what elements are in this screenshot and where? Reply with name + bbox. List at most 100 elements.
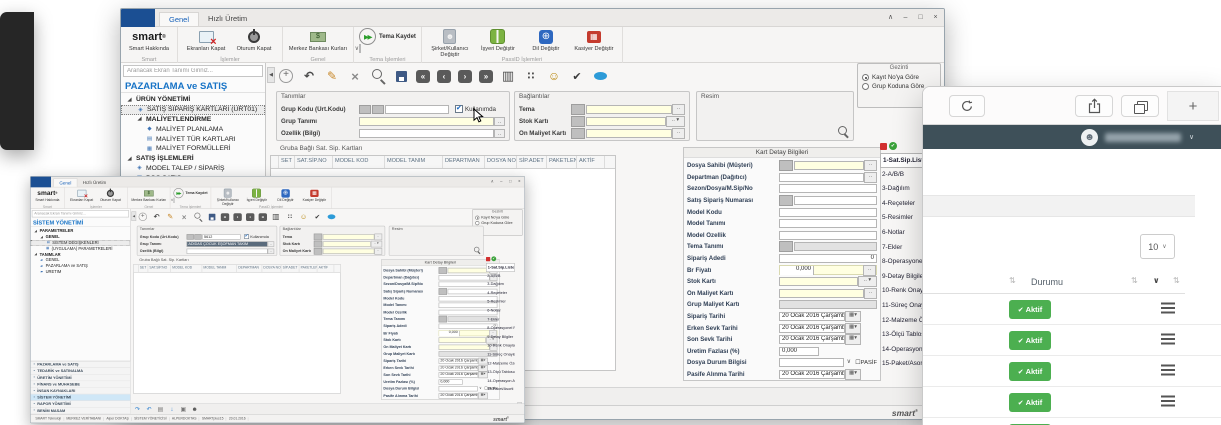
kullanimda-checkbox[interactable]: [244, 234, 249, 239]
status-active-button[interactable]: Aktif: [1009, 362, 1051, 381]
grid-column-header[interactable]: AKTİF: [317, 265, 334, 272]
save-icon[interactable]: [207, 212, 217, 222]
nav-next-icon[interactable]: [246, 213, 254, 221]
screen-search-input[interactable]: [123, 65, 263, 77]
tree-item[interactable]: ◈ SATIŞ SİPARİŞ KARTLARI (URT01): [121, 105, 265, 115]
ekranlari-kapat-button[interactable]: Ekranları Kapat: [68, 188, 96, 202]
dil-degistir-button[interactable]: Dil Değiştir: [523, 28, 569, 52]
module-button[interactable]: ▪ SİSTEM YÖNETİMİ: [31, 394, 131, 401]
detail-field[interactable]: [779, 300, 877, 310]
detail-tab[interactable]: 4-Reçeteler: [880, 197, 928, 212]
grid-column-header[interactable]: MODEL TANIM: [202, 265, 237, 272]
module-button[interactable]: ▪ FİNANS ve MUHASEBE: [31, 381, 131, 388]
comment-icon[interactable]: [592, 68, 608, 84]
grid-column-header[interactable]: PAKETLEN...: [547, 156, 577, 168]
grid-column-header[interactable]: SET: [139, 265, 149, 272]
grid-column-header[interactable]: DEPARTMAN: [237, 265, 262, 272]
page-size-select[interactable]: 10 ∨: [1140, 234, 1175, 259]
new-tab-button[interactable]: +: [1167, 91, 1219, 121]
delete-icon[interactable]: [179, 212, 189, 222]
detail-tab[interactable]: 7-Ekler: [880, 241, 928, 256]
undo-icon[interactable]: [301, 68, 317, 84]
detail-tab[interactable]: 10-Renk Onayları: [880, 284, 928, 299]
tree-item[interactable]: ◢ SATIŞ İŞLEMLERİ: [121, 154, 265, 164]
grid-column-header[interactable]: MODEL KOD: [171, 265, 202, 272]
stop-icon[interactable]: [486, 257, 490, 261]
detail-tab[interactable]: 2-A/B/B: [880, 168, 928, 183]
grid-column-header[interactable]: MODEL TANIM: [385, 156, 443, 168]
radio-option[interactable]: Kayıt No'ya Göre: [858, 73, 940, 82]
detail-tab[interactable]: 12-Malzeme Özellik.: [486, 359, 515, 368]
history-icon[interactable]: [299, 212, 309, 222]
sidebar-collapse-button[interactable]: ◀: [267, 67, 275, 83]
grid-column-header[interactable]: SAT.SİP.NO: [295, 156, 333, 168]
tab-hizli-uretim[interactable]: Hızlı Üretim: [199, 12, 256, 26]
tree-item[interactable]: ◆ MALİYET PLANLAMA: [121, 124, 265, 134]
save-icon[interactable]: [393, 68, 409, 84]
grid-column-header[interactable]: AKTİF: [577, 156, 605, 168]
column-durumu[interactable]: Durumu: [1031, 277, 1063, 287]
detail-field[interactable]: 20 Ocak 2016 Çarşamba: [779, 323, 877, 333]
detail-field[interactable]: [779, 161, 877, 171]
oturum-kapat-button[interactable]: Oturum Kapat: [97, 188, 125, 202]
linked-card-field[interactable]: [314, 241, 382, 247]
file-menu-button[interactable]: [121, 9, 155, 27]
delete-icon[interactable]: [347, 68, 363, 84]
detail-tab[interactable]: 9-Detay Bilgiler: [880, 270, 928, 285]
detail-tab[interactable]: 6-Notlar: [880, 226, 928, 241]
undo-icon[interactable]: [152, 212, 162, 222]
pasif-checkbox[interactable]: PASİF: [855, 359, 877, 366]
undo-icon[interactable]: [145, 406, 153, 414]
detail-tab[interactable]: 11-Süreç Onayları: [880, 299, 928, 314]
filter-caret-icon[interactable]: ∨: [1153, 276, 1160, 285]
row-menu-icon[interactable]: [1161, 369, 1175, 371]
detail-tab[interactable]: 1-Sat.Sip.Liste: [880, 153, 928, 168]
grid-column-header[interactable]: SİP.ADET: [517, 156, 547, 168]
detail-tab[interactable]: 3-Dağılım: [486, 281, 515, 290]
add-icon[interactable]: [278, 68, 294, 84]
status-active-button[interactable]: Aktif: [1009, 300, 1051, 319]
close-icon[interactable]: ×: [515, 178, 523, 185]
merkez-bankasi-button[interactable]: Merkez Bankası Kurları: [288, 28, 348, 52]
detail-tab[interactable]: 15-Paket/Asorti: [880, 357, 928, 372]
grup-tanimi-input[interactable]: ADİDAS ÇOCUK EŞOFMAN TAKIM: [187, 241, 268, 246]
detail-tab[interactable]: 14-Operasyon Açıkl.: [880, 343, 928, 358]
maximize-icon[interactable]: □: [914, 11, 927, 23]
detail-field[interactable]: 0: [779, 254, 877, 264]
detail-tab[interactable]: 14-Operasyon Açıkl.: [486, 377, 515, 386]
detail-tab[interactable]: 1-Sat.Sip.Liste: [486, 263, 515, 272]
close-icon[interactable]: ×: [929, 11, 942, 23]
grup-kodu-input[interactable]: 5612: [202, 234, 240, 239]
add-icon[interactable]: [138, 212, 148, 222]
grid-column-header[interactable]: DOSYA NO: [485, 156, 517, 168]
download-icon[interactable]: [168, 406, 176, 414]
detail-tab[interactable]: 13-Ölçü Tablosu: [880, 328, 928, 343]
ozellik-input[interactable]: [187, 248, 268, 253]
detail-tab[interactable]: 10-Renk Onayları: [486, 342, 515, 351]
collapse-ribbon-icon[interactable]: ∧: [884, 11, 897, 23]
collapse-ribbon-icon[interactable]: ∧: [488, 178, 496, 185]
sirket-kullanici-degistir-button[interactable]: Şirket/Kullanıcı Değiştir: [214, 188, 242, 206]
lookup-button[interactable]: ..: [268, 241, 275, 246]
tabs-icon[interactable]: [1121, 95, 1159, 117]
detail-field[interactable]: [779, 219, 877, 229]
search-icon[interactable]: [193, 212, 203, 222]
grid-column-header[interactable]: PAKETLEN...: [299, 265, 317, 272]
columns-icon[interactable]: [271, 212, 281, 222]
sirket-kullanici-degistir-button[interactable]: Şirket/Kullanıcı Değiştir: [427, 28, 473, 58]
tree-item[interactable]: ▦ MALİYET FORMÜLLERİ: [121, 144, 265, 154]
tree-item[interactable]: ▤ MALİYET TÜR KARTLARI: [121, 134, 265, 144]
redo-icon[interactable]: [134, 406, 142, 414]
avatar[interactable]: [1081, 129, 1098, 146]
isyeri-degistir-button[interactable]: İşyeri Değiştir: [475, 28, 521, 52]
status-active-button[interactable]: Aktif: [1009, 331, 1051, 350]
sidebar-collapse-button[interactable]: ◀: [131, 211, 136, 221]
nav-first-icon[interactable]: [221, 213, 229, 221]
minimize-icon[interactable]: –: [899, 11, 912, 23]
nav-prev-icon[interactable]: [437, 70, 451, 83]
row-menu-icon[interactable]: [1161, 400, 1175, 402]
smart-hakkinda-button[interactable]: smart® Smart Hakkında: [34, 188, 62, 202]
detail-field[interactable]: [779, 207, 877, 217]
ekranlari-kapat-button[interactable]: Ekranları Kapat: [183, 28, 229, 52]
kasiyer-degistir-button[interactable]: Kasiyer Değiştir: [301, 188, 329, 202]
